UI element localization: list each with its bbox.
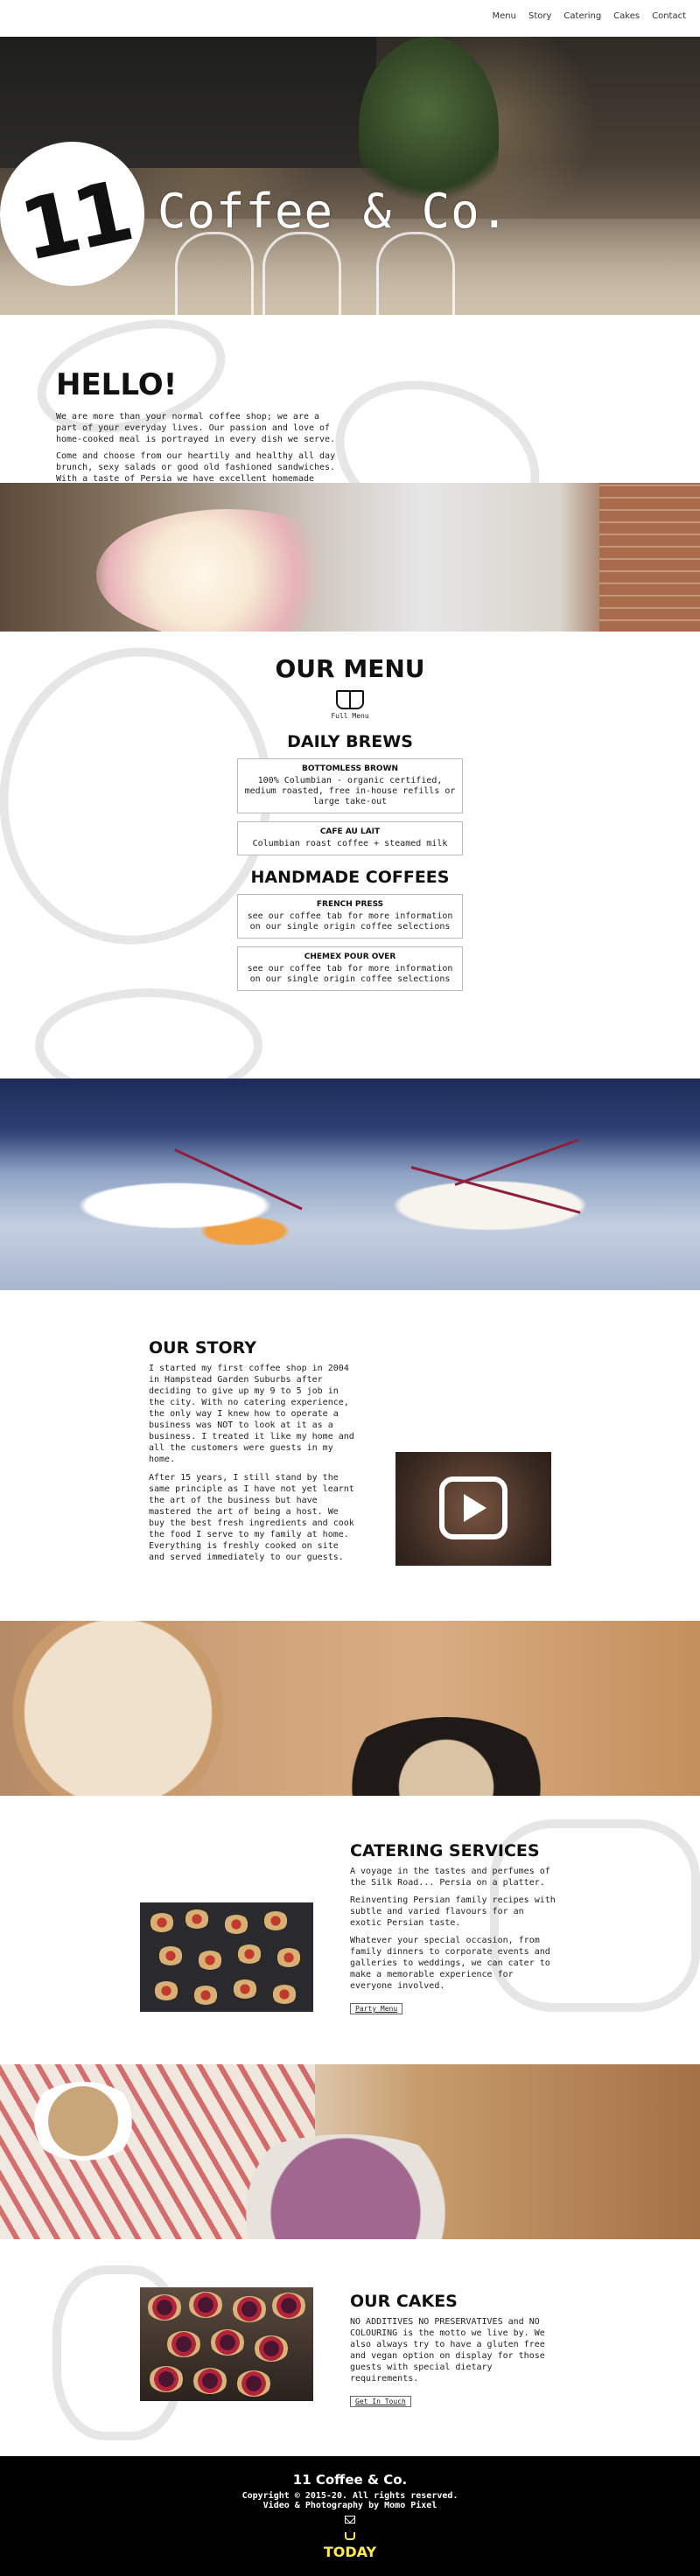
footer: 11 Coffee & Co. Copyright © 2015-20. All… <box>0 2456 700 2576</box>
brick-wall-image <box>599 483 700 632</box>
menu-item-name: FRENCH PRESS <box>316 900 384 909</box>
today-badge[interactable]: TODAY <box>0 2544 700 2560</box>
nav-cakes-link[interactable]: Cakes <box>613 11 640 21</box>
coffee-cup-image <box>332 1717 560 1796</box>
handmade-coffees-title: HANDMADE COFFEES <box>250 868 450 887</box>
story-section: OUR STORY I started my first coffee shop… <box>149 1338 359 1570</box>
story-video[interactable] <box>396 1452 551 1566</box>
menu-item-card: FRENCH PRESS see our coffee tab for more… <box>237 894 463 939</box>
menu-item-name: CHEMEX POUR OVER <box>304 953 396 961</box>
menu-item-name: CAFE AU LAIT <box>319 827 381 836</box>
hello-title: HELLO! <box>56 367 178 402</box>
tart-banner-image <box>0 1621 700 1796</box>
microgreens-image <box>410 1166 581 1214</box>
menu-section: OUR MENU Full Menu DAILY BREWS BOTTOMLES… <box>0 654 700 999</box>
chair-image <box>376 232 455 315</box>
brand-name: Coffee & Co. <box>158 184 510 239</box>
full-menu-link[interactable]: Full Menu <box>0 712 700 720</box>
menu-item-description: see our coffee tab for more information … <box>247 911 453 932</box>
microgreens-image <box>454 1138 579 1186</box>
catering-section: CATERING SERVICES A voyage in the tastes… <box>350 1841 560 2014</box>
chair-image <box>175 232 254 315</box>
nav-links: Menu Story Catering Cakes Contact <box>493 11 686 21</box>
smoothie-bowl-banner-image <box>0 2064 700 2239</box>
catering-image <box>140 1902 313 2012</box>
chair-image <box>262 232 341 315</box>
menu-item-card: CAFE AU LAIT Columbian roast coffee + st… <box>237 821 463 855</box>
catering-paragraph: A voyage in the tastes and perfumes of t… <box>350 1867 550 1888</box>
menu-item-description: 100% Columbian - organic certified, medi… <box>244 776 456 806</box>
eggs-banner-image <box>0 1079 700 1290</box>
menu-item-card: CHEMEX POUR OVER see our coffee tab for … <box>237 946 463 991</box>
catering-paragraph: Reinventing Persian family recipes with … <box>350 1895 556 1928</box>
story-title: OUR STORY <box>149 1338 256 1358</box>
cakes-image <box>140 2287 313 2401</box>
nav-catering-link[interactable]: Catering <box>564 11 601 21</box>
get-in-touch-button[interactable]: Get In Touch <box>350 2396 411 2407</box>
footer-brand-name: 11 Coffee & Co. <box>292 2472 408 2488</box>
open-book-icon[interactable] <box>336 690 364 709</box>
coffee-cup-image <box>26 2082 140 2161</box>
cakes-title: OUR CAKES <box>350 2292 458 2311</box>
nav-contact-link[interactable]: Contact <box>652 11 686 21</box>
envelope-icon[interactable] <box>345 2516 355 2524</box>
copyright-text: Copyright © 2015-20. All rights reserved… <box>242 2491 458 2501</box>
party-menu-button[interactable]: Party Menu <box>350 2003 403 2014</box>
story-paragraph: After 15 years, I still stand by the sam… <box>149 1473 354 1562</box>
menu-title: OUR MENU <box>275 654 425 683</box>
menu-item-description: Columbian roast coffee + steamed milk <box>252 839 448 848</box>
menu-item-card: BOTTOMLESS BROWN 100% Columbian - organi… <box>237 758 463 813</box>
cakes-section: OUR CAKES NO ADDITIVES NO PRESERVATIVES … <box>350 2292 560 2407</box>
catering-paragraph: Whatever your special occasion, from fam… <box>350 1936 550 1991</box>
flowers-image <box>96 509 359 632</box>
nav-story-link[interactable]: Story <box>528 11 551 21</box>
credit-text: Video & Photography by Momo Pixel <box>262 2501 438 2510</box>
menu-item-name: BOTTOMLESS BROWN <box>301 764 399 773</box>
nav-menu-link[interactable]: Menu <box>493 11 516 21</box>
play-icon[interactable] <box>439 1476 508 1539</box>
story-paragraph: I started my first coffee shop in 2004 i… <box>149 1364 354 1464</box>
hero-banner: 11 Coffee & Co. <box>0 37 700 315</box>
coffee-cup-icon <box>345 2532 355 2540</box>
menu-item-description: see our coffee tab for more information … <box>247 964 453 984</box>
flowers-banner-image <box>0 483 700 632</box>
microgreens-image <box>174 1148 303 1211</box>
hello-paragraph: We are more than your normal coffee shop… <box>56 412 336 444</box>
daily-brews-title: DAILY BREWS <box>287 732 413 751</box>
top-navigation: Menu Story Catering Cakes Contact <box>0 0 700 37</box>
catering-title: CATERING SERVICES <box>350 1841 540 1860</box>
cakes-paragraph: NO ADDITIVES NO PRESERVATIVES and NO COL… <box>350 2317 545 2384</box>
tart-image <box>0 1621 254 1796</box>
